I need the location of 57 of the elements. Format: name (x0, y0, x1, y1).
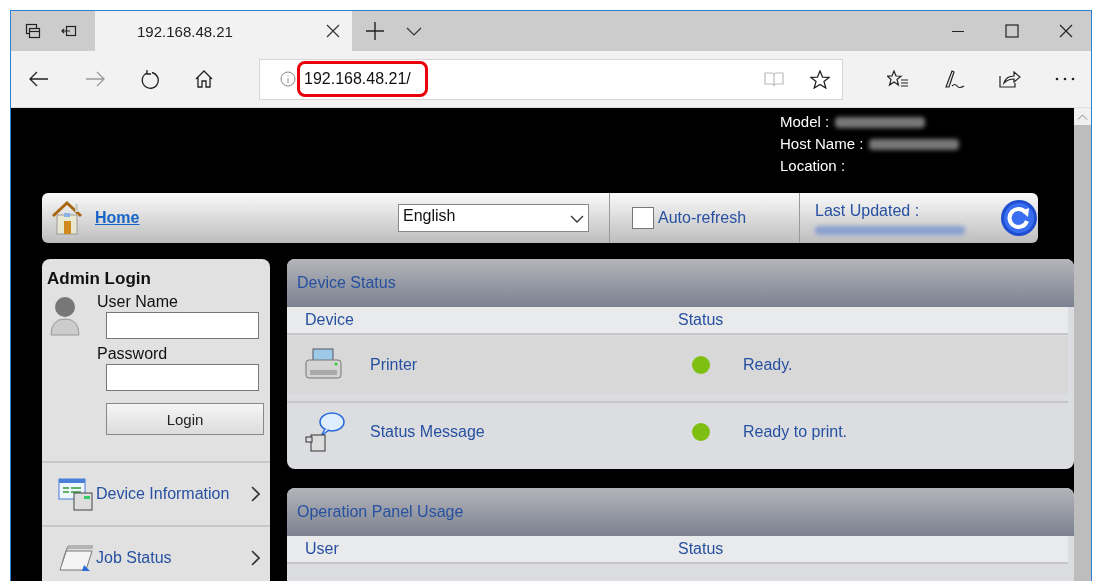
device-name: Printer (370, 356, 419, 374)
house-icon (49, 200, 85, 236)
home-link[interactable]: Home (95, 209, 140, 227)
status-text: Ready to print. (743, 423, 849, 441)
tab-aside-icon[interactable] (61, 23, 77, 39)
device-info-icon (58, 477, 94, 511)
speech-bubble-printer-icon (305, 411, 345, 453)
panel-title: Operation Panel Usage (287, 488, 1074, 536)
username-field[interactable] (106, 312, 259, 339)
chevron-right-icon (251, 486, 260, 502)
share-icon[interactable] (999, 70, 1021, 88)
home-icon[interactable] (195, 70, 213, 88)
favorites-list-icon[interactable] (887, 70, 909, 88)
field-label: User Name (97, 293, 179, 311)
refresh-icon[interactable] (141, 69, 159, 89)
maximize-icon[interactable] (1005, 24, 1019, 38)
browser-tab[interactable]: 192.168.48.21 (95, 11, 352, 51)
scrollbar[interactable] (1074, 108, 1091, 581)
chevron-down-icon (570, 215, 584, 223)
more-icon[interactable] (1055, 77, 1075, 81)
column-header: User (305, 540, 340, 558)
pen-icon[interactable] (943, 69, 965, 89)
info-label: Host Name : (780, 134, 864, 154)
address-bar[interactable]: 192.168.48.21/ (259, 58, 843, 100)
chevron-right-icon (251, 550, 260, 566)
last-updated-label: Last Updated : (815, 201, 921, 220)
star-icon[interactable] (810, 69, 830, 89)
panel-title: Admin Login (46, 268, 152, 289)
info-label: Location : (780, 156, 846, 176)
language-select[interactable]: English (398, 204, 589, 232)
tab-stack-icon[interactable] (25, 23, 41, 39)
url-text: 192.168.48.21/ (304, 70, 411, 88)
column-header: Status (678, 540, 725, 558)
password-field[interactable] (106, 364, 259, 391)
column-header: Status (678, 311, 725, 329)
info-icon (280, 71, 296, 87)
auto-refresh-label: Auto-refresh (658, 209, 747, 227)
status-text: Ready. (743, 356, 794, 374)
login-button[interactable]: Login (106, 403, 264, 435)
chevron-down-icon[interactable] (406, 26, 422, 36)
forward-icon[interactable] (85, 71, 105, 87)
menu-item[interactable]: Job Status (42, 525, 270, 581)
plus-icon[interactable] (366, 22, 384, 40)
field-label: Password (97, 345, 169, 363)
printer-icon (305, 348, 343, 382)
user-silhouette-icon (50, 295, 80, 337)
auto-refresh-checkbox[interactable] (632, 207, 654, 229)
close-icon[interactable] (1059, 24, 1073, 38)
info-label: Model : (780, 112, 830, 132)
document-stack-icon (58, 545, 94, 571)
device-name: Status Message (370, 423, 486, 441)
panel-title: Device Status (287, 259, 1074, 307)
column-header: Device (305, 311, 355, 329)
back-icon[interactable] (29, 71, 49, 87)
menu-item[interactable]: Device Information (42, 461, 270, 525)
refresh-icon[interactable] (1000, 199, 1038, 237)
close-icon[interactable] (326, 24, 340, 38)
